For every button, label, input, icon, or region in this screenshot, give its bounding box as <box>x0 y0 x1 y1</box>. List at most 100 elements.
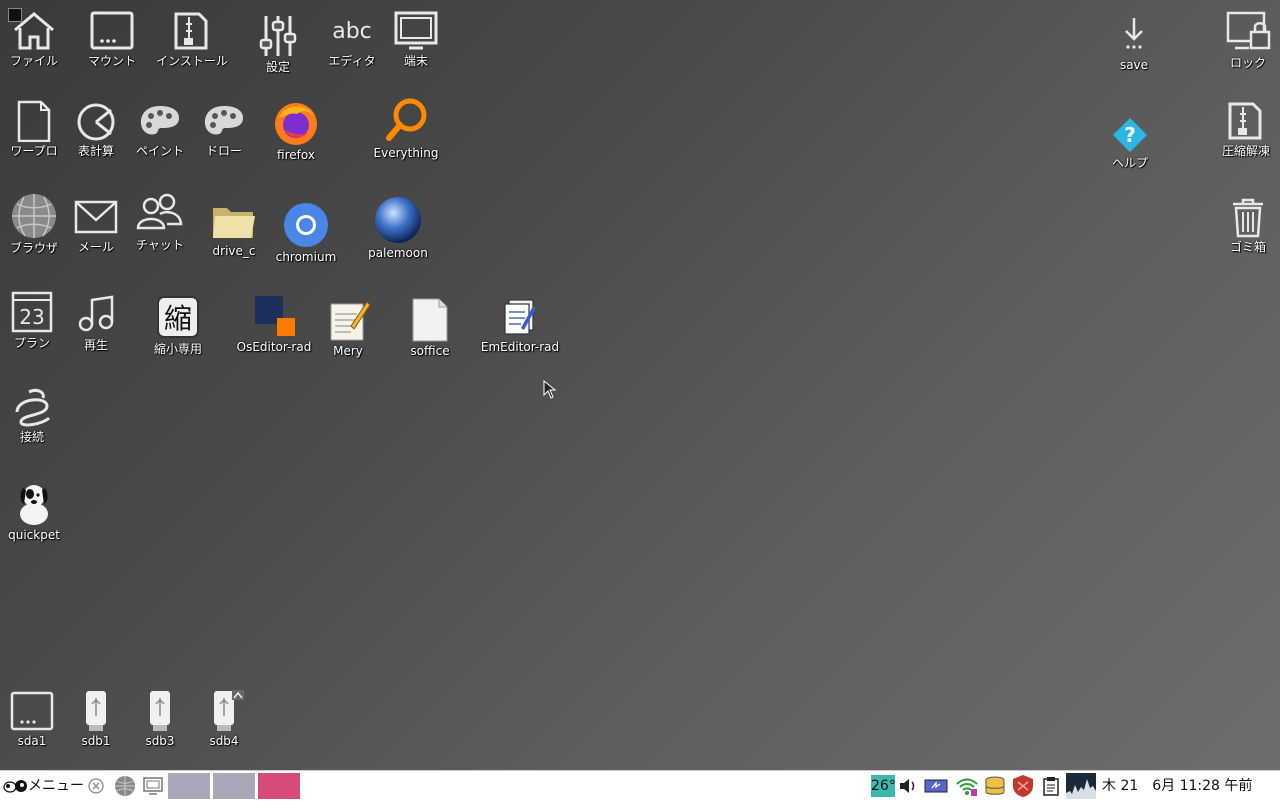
browser-launcher-icon[interactable] <box>114 775 136 797</box>
oseditor-logo-icon <box>255 296 295 336</box>
moon-globe-icon <box>375 197 421 243</box>
trash-icon[interactable]: ゴミ箱 <box>1208 196 1280 254</box>
play-icon[interactable]: 再生 <box>56 294 136 352</box>
shrink-label: 縮小専用 <box>153 342 202 356</box>
mery-icon[interactable]: Mery <box>308 298 388 358</box>
documents-pen-icon <box>504 299 536 335</box>
draw-icon[interactable]: ドロー <box>184 100 264 158</box>
package-icon <box>174 12 208 50</box>
decompress-label: 圧縮解凍 <box>1221 144 1270 158</box>
mount-label: マウント <box>87 54 136 68</box>
globe-icon <box>12 194 56 238</box>
drive-icon <box>10 691 54 731</box>
temperature-indicator[interactable]: 26° <box>871 775 896 797</box>
blank-document-icon <box>412 298 448 342</box>
everything-label: Everything <box>373 146 439 160</box>
document-icon <box>17 100 51 142</box>
quickpet-icon[interactable]: quickpet <box>0 480 74 542</box>
music-note-icon <box>78 295 114 332</box>
connect-icon[interactable]: 接続 <box>0 388 72 444</box>
folder-icon <box>213 208 255 238</box>
lock-label: ロック <box>1229 56 1266 70</box>
taskbar-window-button-active[interactable] <box>258 773 300 799</box>
everything-icon[interactable]: Everything <box>366 98 446 160</box>
temperature-value: 26° <box>871 778 896 794</box>
emeditor-label: EmEditor-rad <box>480 340 560 354</box>
connect-label: 接続 <box>19 430 44 444</box>
disk-storage-icon[interactable] <box>984 775 1006 797</box>
drive-c-icon[interactable]: drive_c <box>194 200 274 258</box>
drive-icon <box>90 11 134 50</box>
chat-icon[interactable]: チャット <box>120 192 200 252</box>
firewall-shield-icon[interactable] <box>1012 774 1034 798</box>
mouse-cursor-icon <box>543 380 557 399</box>
clock[interactable]: 木 21 6月 11:28 午前 <box>1102 771 1252 801</box>
dog-icon <box>20 485 48 525</box>
wifi-icon[interactable] <box>955 775 979 797</box>
install-icon[interactable]: インストール <box>152 10 232 68</box>
terminal-icon[interactable]: 端末 <box>376 10 456 68</box>
close-circle-icon[interactable] <box>88 778 104 794</box>
firefox-label: firefox <box>277 148 315 162</box>
menu-button[interactable]: メニュー <box>2 771 84 801</box>
chat-label: チャット <box>136 238 184 252</box>
notepad-pencil-icon <box>330 301 371 341</box>
soffice-icon[interactable]: soffice <box>390 296 470 358</box>
pie-chart-icon <box>77 103 115 141</box>
terminal-launcher-icon[interactable] <box>143 777 163 795</box>
taskbar-window-button-2[interactable] <box>213 773 255 799</box>
usb-drive-icon <box>150 691 170 731</box>
save-label: save <box>1119 58 1149 72</box>
firefox-logo-icon <box>275 103 317 145</box>
taskbar: メニュー 26° 木 21 6月 11:28 午前 <box>0 770 1280 801</box>
chromium-label: chromium <box>275 250 337 264</box>
download-arrow-icon <box>1125 18 1143 49</box>
install-label: インストール <box>156 54 228 68</box>
shrink-icon[interactable]: 縮 縮小専用 <box>138 296 218 356</box>
cpu-monitor-icon[interactable] <box>1066 773 1096 799</box>
trash-can-icon <box>1233 198 1263 238</box>
sdb4-drive[interactable]: sdb4 <box>184 690 264 748</box>
sdb4-label: sdb4 <box>209 734 239 748</box>
chromium-icon[interactable]: chromium <box>266 200 346 264</box>
help-label: ヘルプ <box>1111 156 1148 170</box>
lock-icon-launcher[interactable]: ロック <box>1208 10 1280 70</box>
abc-text-icon: abc <box>332 19 372 44</box>
envelope-icon <box>74 200 118 234</box>
calendar-icon: 23 <box>11 291 53 333</box>
mount-icon[interactable]: マウント <box>72 10 152 68</box>
quickpet-label: quickpet <box>8 528 60 542</box>
clipboard-icon[interactable] <box>1042 776 1060 796</box>
emeditor-icon[interactable]: EmEditor-rad <box>480 298 560 354</box>
battery-power-icon[interactable] <box>924 778 950 794</box>
monitor-icon <box>394 11 438 50</box>
screen-lock-icon <box>1226 11 1271 50</box>
chromium-logo-icon <box>284 203 328 247</box>
soffice-label: soffice <box>410 344 450 358</box>
usb-drive-mounted-icon <box>214 690 244 731</box>
help-icon[interactable]: ? ヘルプ <box>1090 116 1170 170</box>
palette-icon <box>204 106 243 135</box>
settings-label: 設定 <box>265 60 290 74</box>
taskbar-window-button-1[interactable] <box>168 773 210 799</box>
archive-icon <box>1228 102 1262 140</box>
usb-drive-icon <box>86 691 106 731</box>
question-diamond-icon: ? <box>1113 118 1147 152</box>
settings-icon[interactable]: 設定 <box>238 14 318 74</box>
palemoon-icon[interactable]: palemoon <box>358 196 438 260</box>
draw-label: ドロー <box>205 144 242 158</box>
firefox-icon[interactable]: firefox <box>256 100 336 162</box>
svg-text:?: ? <box>1124 123 1136 147</box>
file-label: ファイル <box>9 54 58 68</box>
oseditor-icon[interactable]: OsEditor-rad <box>234 294 314 354</box>
file-manager-icon[interactable]: ファイル <box>0 10 74 68</box>
people-icon <box>136 193 183 230</box>
save-icon[interactable]: save <box>1094 14 1174 72</box>
decompress-icon[interactable]: 圧縮解凍 <box>1206 100 1280 158</box>
network-cable-icon <box>15 388 51 427</box>
calendar-day: 23 <box>19 305 44 329</box>
palette-icon <box>140 106 179 135</box>
volume-icon[interactable] <box>898 777 918 795</box>
puppy-menu-icon <box>3 780 27 793</box>
mery-label: Mery <box>333 344 363 358</box>
